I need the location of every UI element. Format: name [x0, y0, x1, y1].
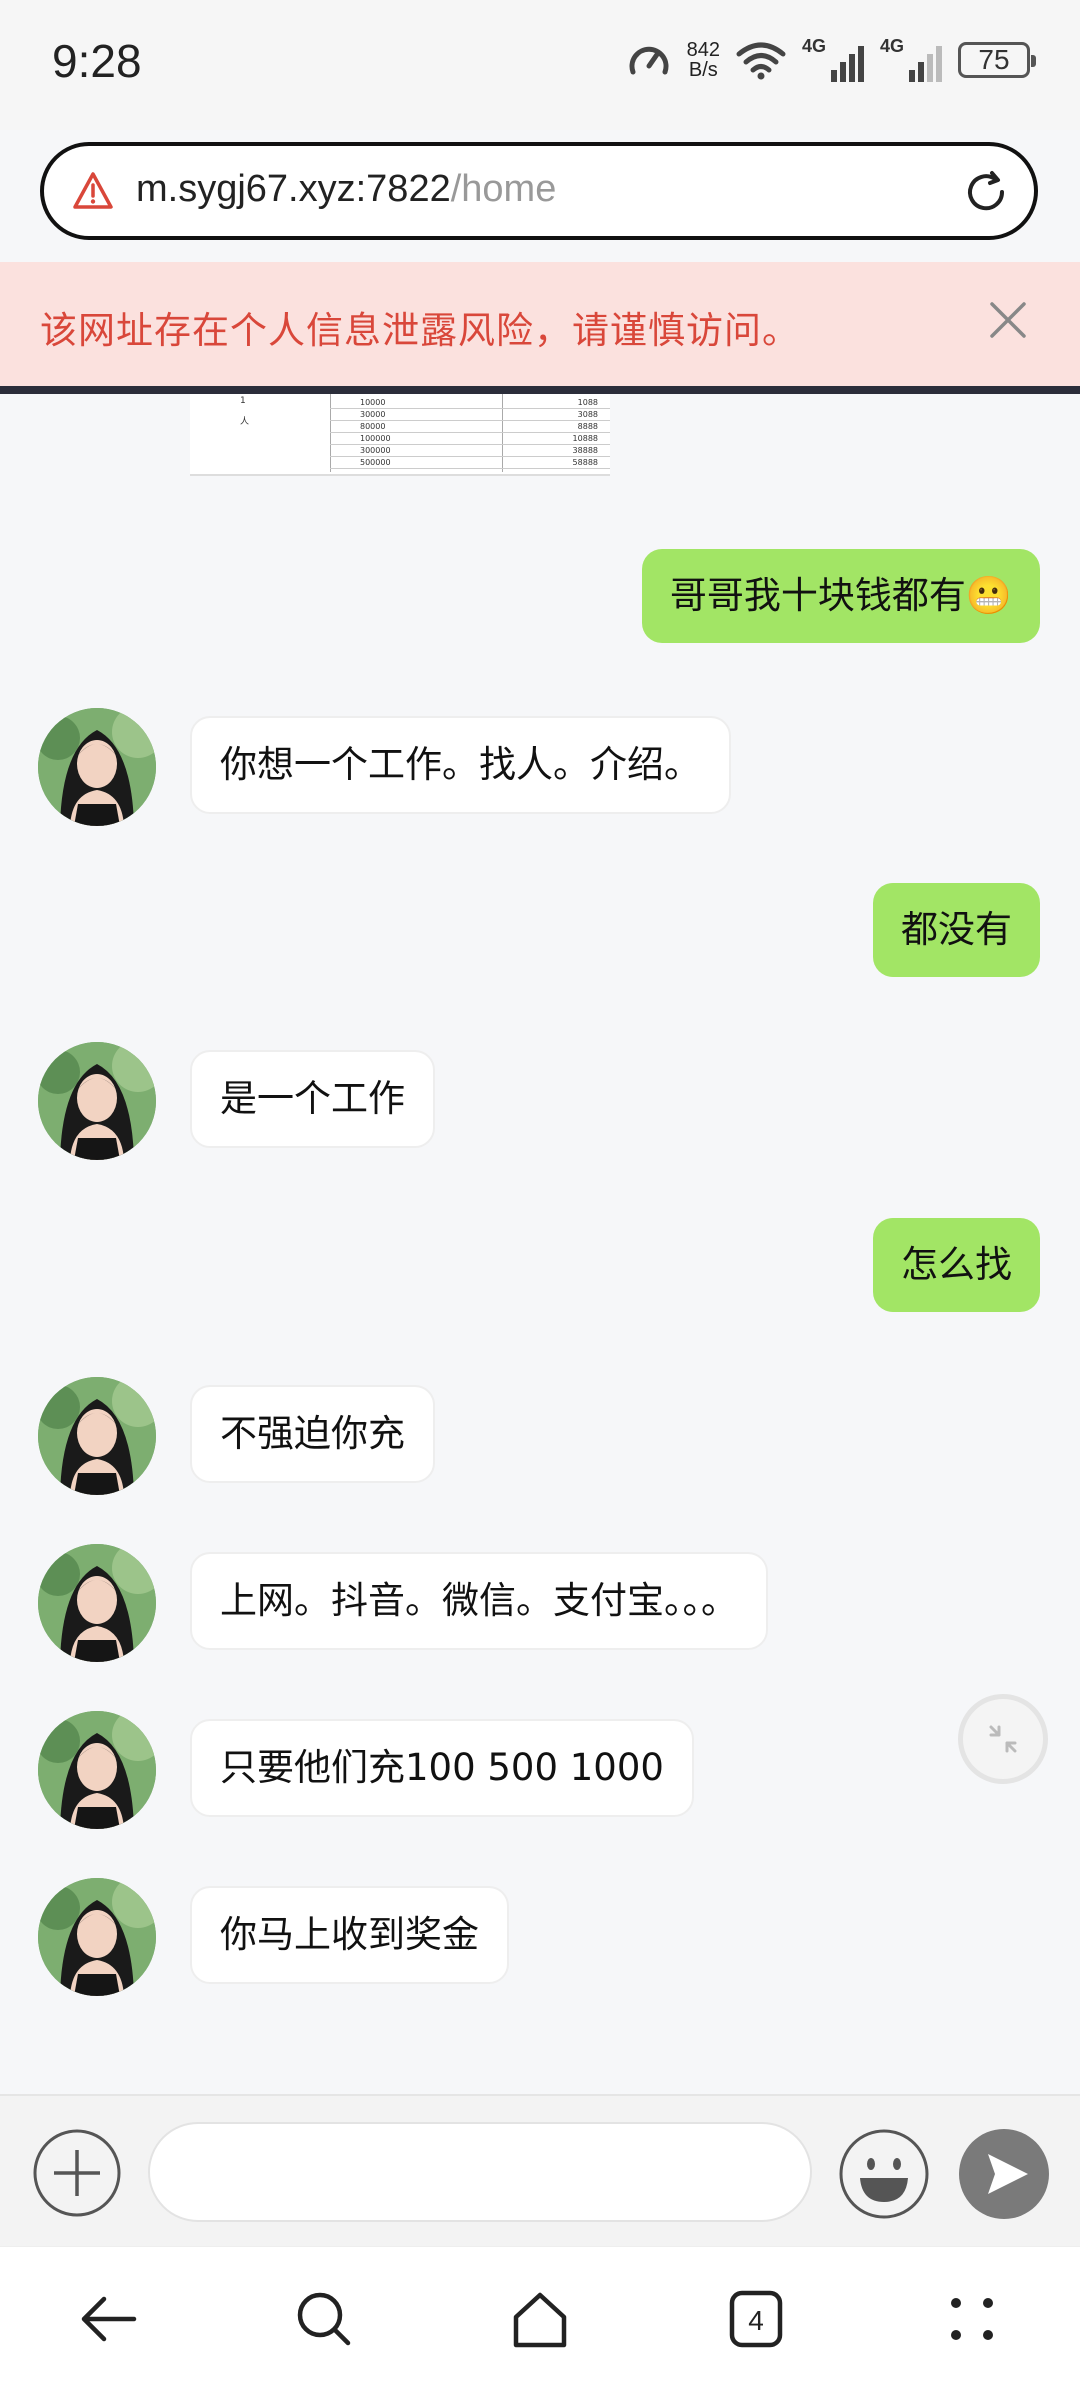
chat-messages[interactable]: 1 人 10000 1088 30000 3088 80000 8888 100000 10888…: [0, 394, 1080, 2094]
table-cell: 30000: [360, 410, 386, 419]
incoming-message-bubble[interactable]: 只要他们充100 500 1000: [190, 1719, 694, 1817]
incoming-message-bubble[interactable]: 不强迫你充: [190, 1385, 435, 1483]
warning-triangle-icon[interactable]: [72, 170, 114, 212]
signal-1-icon: 4G: [802, 36, 864, 82]
address-bar[interactable]: m.sygj67.xyz:7822/home: [40, 142, 1038, 240]
browser-nav-bar: 4: [0, 2246, 1080, 2389]
avatar[interactable]: [38, 1042, 156, 1160]
status-icons: 842 B/s 4G 4G 75: [627, 36, 1036, 82]
table-left-label: 1: [240, 396, 246, 406]
signal-2-icon: 4G: [880, 36, 942, 82]
page-header-edge: [0, 386, 1080, 394]
search-icon[interactable]: [292, 2287, 356, 2351]
url-host: m.sygj67.xyz:7822: [136, 168, 451, 210]
security-warning-banner: 该网址存在个人信息泄露风险，请谨慎访问。: [0, 262, 1080, 386]
tabs-icon: 4: [729, 2290, 783, 2348]
table-cell: 58888: [572, 458, 598, 467]
shared-table-image[interactable]: 1 人 10000 1088 30000 3088 80000 8888 100000 10888…: [190, 394, 610, 476]
table-cell: 300000: [360, 446, 391, 455]
minimize-button[interactable]: [958, 1694, 1048, 1784]
avatar[interactable]: [38, 1878, 156, 1996]
table-left-label: 人: [240, 417, 250, 427]
table-row-line: [330, 432, 610, 433]
table-cell: 500000: [360, 458, 391, 467]
speedometer-icon: [629, 46, 669, 75]
message-input-bar: [0, 2094, 1080, 2246]
table-cell: 3088: [577, 410, 598, 419]
home-icon[interactable]: [508, 2287, 572, 2351]
outgoing-message-bubble[interactable]: 都没有: [873, 883, 1040, 977]
table-row-line: [330, 468, 610, 469]
table-row-line: [330, 408, 610, 409]
status-time: 9:28: [52, 35, 142, 87]
network-type-1: 4G: [802, 36, 827, 56]
tabs-button[interactable]: 4: [724, 2287, 788, 2351]
table-row-line: [330, 456, 610, 457]
table-row-line: [330, 420, 610, 421]
url-text[interactable]: m.sygj67.xyz:7822/home: [136, 168, 556, 211]
message-input[interactable]: [148, 2122, 812, 2222]
send-icon[interactable]: [958, 2128, 1050, 2220]
table-cell: 100000: [360, 434, 391, 443]
back-arrow-icon[interactable]: [76, 2287, 140, 2351]
table-cell: 8888: [577, 422, 598, 431]
menu-dots-icon[interactable]: [940, 2287, 1004, 2351]
battery-level: 75: [978, 44, 1010, 75]
minimize-icon: [989, 1725, 1017, 1753]
outgoing-message-bubble[interactable]: 哥哥我十块钱都有😬: [641, 549, 1040, 643]
incoming-message-bubble[interactable]: 你马上收到奖金: [190, 1886, 509, 1984]
close-icon[interactable]: [986, 298, 1030, 342]
warning-text: 该网址存在个人信息泄露风险，请谨慎访问。: [40, 309, 800, 352]
table-cell: 38888: [572, 446, 598, 455]
avatar[interactable]: [38, 708, 156, 826]
plus-circle-icon[interactable]: [32, 2128, 122, 2218]
tab-count: 4: [748, 2305, 764, 2336]
table-cell: 1088: [577, 398, 598, 407]
avatar[interactable]: [38, 1544, 156, 1662]
table-column-line: [330, 394, 331, 472]
emoji-icon[interactable]: [838, 2128, 930, 2220]
status-bar: 9:28 842 B/s 4G 4G 75: [0, 0, 1080, 130]
table-cell: 10000: [360, 398, 386, 407]
incoming-message-bubble[interactable]: 上网。抖音。微信。支付宝。。。: [190, 1552, 768, 1650]
net-speed-unit: B/s: [688, 59, 718, 81]
net-speed: 842 B/s: [687, 40, 720, 80]
network-type-2: 4G: [880, 36, 905, 56]
incoming-message-bubble[interactable]: 是一个工作: [190, 1050, 435, 1148]
outgoing-message-bubble[interactable]: 怎么找: [873, 1218, 1040, 1312]
reload-icon[interactable]: [962, 168, 1010, 216]
battery-icon: 75: [958, 42, 1036, 78]
wifi-icon: [736, 42, 786, 80]
avatar[interactable]: [38, 1377, 156, 1495]
incoming-message-bubble[interactable]: 你想一个工作。找人。介绍。: [190, 716, 731, 814]
table-cell: 80000: [360, 422, 386, 431]
table-row-line: [330, 444, 610, 445]
table-column-line: [502, 394, 503, 472]
avatar[interactable]: [38, 1711, 156, 1829]
url-path: /home: [450, 168, 557, 210]
net-speed-value: 842: [686, 39, 720, 61]
table-cell: 10888: [572, 434, 598, 443]
